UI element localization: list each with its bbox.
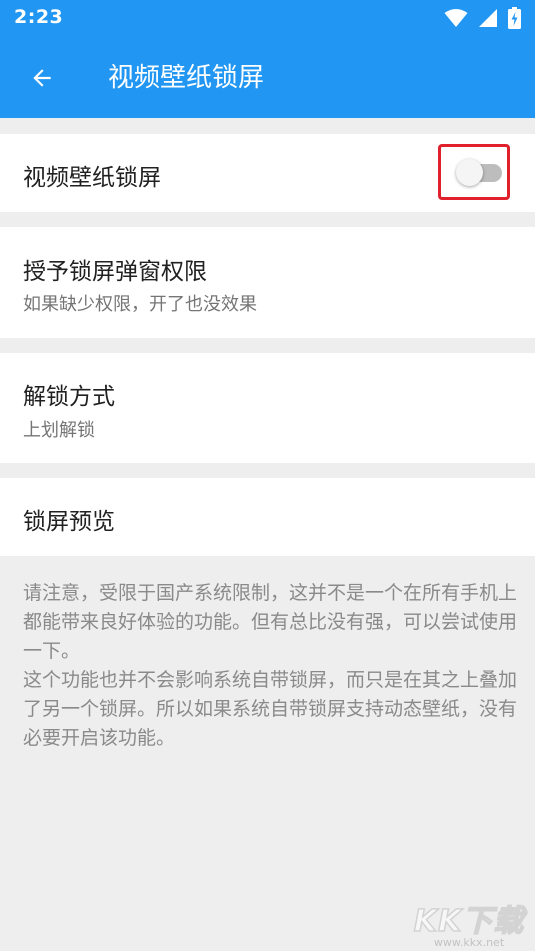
wifi-icon — [444, 9, 468, 27]
setting-title: 视频壁纸锁屏 — [23, 165, 161, 191]
arrow-back-icon[interactable] — [22, 58, 62, 98]
status-time: 2:23 — [14, 6, 64, 28]
setting-title: 授予锁屏弹窗权限 — [23, 259, 207, 285]
setting-unlock-method[interactable]: 解锁方式 上划解锁 — [0, 353, 535, 463]
watermark-logo: KK下载 www.kkx.net — [409, 896, 529, 949]
signal-icon — [479, 9, 497, 27]
setting-title: 解锁方式 — [23, 384, 115, 410]
status-icons — [444, 6, 521, 30]
app-bar: 2:23 视频壁纸锁屏 — [0, 0, 535, 118]
setting-title: 锁屏预览 — [23, 509, 115, 535]
page-title: 视频壁纸锁屏 — [108, 63, 265, 93]
note-paragraph: 这个功能也并不会影响系统自带锁屏，而只是在其之上叠加了另一个锁屏。所以如果系统自… — [23, 669, 518, 749]
setting-lock-popup-permission[interactable]: 授予锁屏弹窗权限 如果缺少权限，开了也没效果 — [0, 227, 535, 338]
watermark-logo-text: KK下载 — [413, 903, 525, 940]
setting-lock-preview[interactable]: 锁屏预览 — [0, 478, 535, 556]
setting-subtitle: 如果缺少权限，开了也没效果 — [23, 294, 257, 315]
info-note: 请注意，受限于国产系统限制，这并不是一个在所有手机上都能带来良好体验的功能。但有… — [23, 579, 518, 753]
switch-thumb — [456, 159, 483, 186]
setting-subtitle: 上划解锁 — [23, 420, 95, 441]
video-wallpaper-lock-switch[interactable] — [456, 159, 502, 187]
battery-charging-icon — [508, 7, 521, 29]
note-paragraph: 请注意，受限于国产系统限制，这并不是一个在所有手机上都能带来良好体验的功能。但有… — [23, 582, 518, 662]
